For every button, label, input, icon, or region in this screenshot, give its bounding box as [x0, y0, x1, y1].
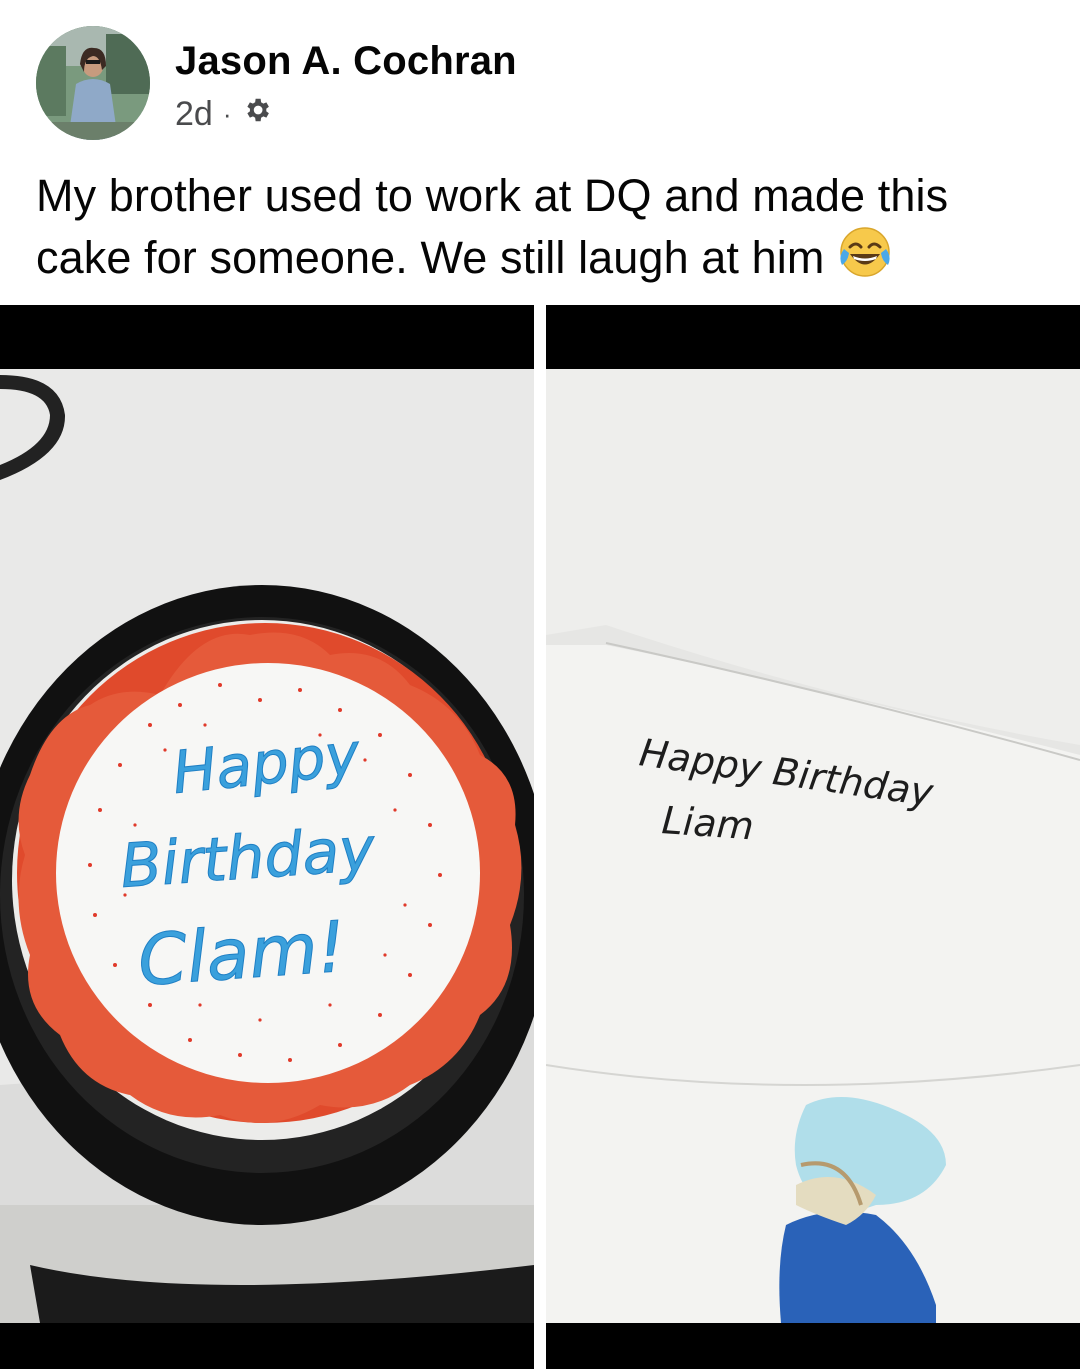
post-timestamp[interactable]: 2d — [175, 95, 213, 134]
avatar[interactable] — [36, 26, 150, 140]
photo-grid: Happy Birthday Clam! Happy Birthday Liam — [0, 305, 1080, 1369]
post-message: My brother used to work at DQ and made t… — [36, 166, 1046, 293]
post-header: Jason A. Cochran 2d · — [0, 0, 1080, 150]
note-text-line2: Liam — [660, 798, 755, 848]
author-name-fade — [560, 30, 640, 90]
cake-text-line3: Clam! — [135, 906, 348, 1002]
gear-icon[interactable] — [242, 95, 272, 134]
post-meta: 2d · — [175, 94, 272, 134]
avatar-image — [36, 26, 150, 140]
photo-cake[interactable]: Happy Birthday Clam! — [0, 305, 534, 1369]
post-message-text: My brother used to work at DQ and made t… — [36, 170, 949, 283]
meta-separator: · — [222, 98, 232, 129]
face-with-tears-of-joy-icon — [838, 225, 892, 293]
photo-note[interactable]: Happy Birthday Liam — [546, 305, 1080, 1369]
author-name[interactable]: Jason A. Cochran — [175, 38, 517, 84]
